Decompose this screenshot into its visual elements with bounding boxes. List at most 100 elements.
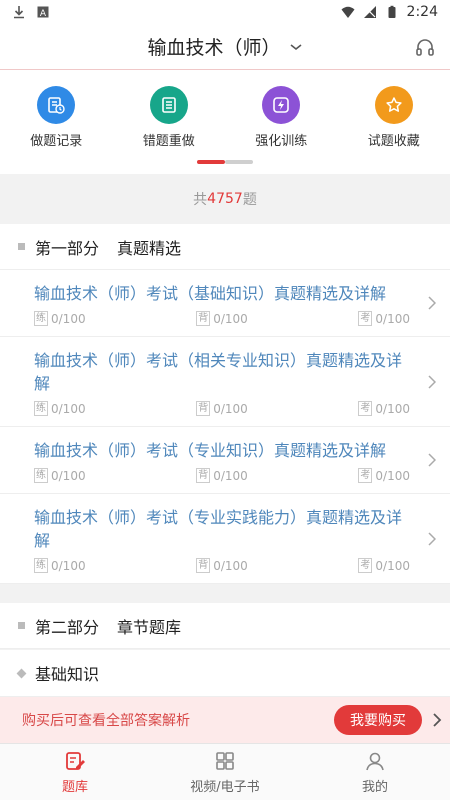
lightning-icon xyxy=(262,86,301,124)
memorize-value: 0/100 xyxy=(213,401,248,416)
square-bullet-icon xyxy=(18,622,25,629)
tab-label: 我的 xyxy=(361,779,388,795)
exam-tag: 考 xyxy=(358,311,373,326)
buy-button[interactable]: 我要购买 xyxy=(334,705,422,735)
practice-tag: 练 xyxy=(34,311,48,326)
history-label: 做题记录 xyxy=(30,134,83,149)
download-icon xyxy=(14,6,24,19)
practice-value: 0/100 xyxy=(51,558,86,573)
practice-progress: 练 0/100 xyxy=(34,311,86,326)
practice-tag: 练 xyxy=(34,558,48,573)
page-title: 输血技术（师） xyxy=(147,37,281,59)
star-icon xyxy=(374,86,413,124)
tab-question-bank[interactable]: 题库 xyxy=(0,744,150,800)
status-time: 2:24 xyxy=(406,4,438,20)
chevron-down-icon xyxy=(290,43,301,50)
practice-value: 0/100 xyxy=(51,468,86,483)
subsection-name: 基础知识 xyxy=(35,665,100,684)
wifi-icon xyxy=(341,6,355,18)
tab-video-ebook[interactable]: 视频/电子书 xyxy=(150,744,300,800)
memorize-value: 0/100 xyxy=(213,558,248,573)
exam-title: 输血技术（师）考试（基础知识）真题精选及详解 xyxy=(34,284,387,303)
training-button[interactable]: 强化训练 xyxy=(225,86,338,149)
memorize-tag: 背 xyxy=(196,468,211,483)
chevron-right-icon xyxy=(428,296,436,310)
course-selector[interactable]: 输血技术（师） xyxy=(147,33,302,60)
bottom-tab-bar: 题库 视频/电子书 我的 xyxy=(0,743,450,800)
memorize-progress: 背 0/100 xyxy=(196,468,248,483)
purchase-hint: 购买后可查看全部答案解析 xyxy=(22,713,190,729)
subsection-basic-knowledge[interactable]: 基础知识 xyxy=(0,650,450,697)
practice-progress: 练 0/100 xyxy=(34,401,86,416)
history-button[interactable]: 做题记录 xyxy=(0,86,113,149)
memorize-progress: 背 0/100 xyxy=(196,558,248,573)
exam-item[interactable]: 输血技术（师）考试（相关专业知识）真题精选及详解 练 0/100 背 0/100 考… xyxy=(0,337,450,427)
practice-tag: 练 xyxy=(34,401,48,416)
practice-tag: 练 xyxy=(34,468,48,483)
edit-note-icon xyxy=(66,751,85,770)
exam-list: 输血技术（师）考试（基础知识）真题精选及详解 练 0/100 背 0/100 考 0/… xyxy=(0,270,450,584)
tab-label: 题库 xyxy=(61,779,88,795)
exam-tag: 考 xyxy=(358,558,373,573)
total-number: 4757 xyxy=(207,191,243,207)
diamond-bullet-icon xyxy=(16,668,27,678)
exam-progress: 考 0/100 xyxy=(358,558,410,573)
memorize-value: 0/100 xyxy=(213,468,248,483)
exam-item[interactable]: 输血技术（师）考试（专业实践能力）真题精选及详解 练 0/100 背 0/100 考… xyxy=(0,494,450,584)
practice-value: 0/100 xyxy=(51,311,86,326)
wrong-redo-button[interactable]: 错题重做 xyxy=(113,86,226,149)
total-prefix: 共 xyxy=(193,192,208,208)
exam-tag: 考 xyxy=(358,401,373,416)
svg-text:A: A xyxy=(40,9,47,19)
exam-progress: 考 0/100 xyxy=(358,311,410,326)
page-indicator xyxy=(197,160,253,164)
memorize-tag: 背 xyxy=(196,401,211,416)
section-1-part: 第一部分 xyxy=(35,238,100,258)
memorize-tag: 背 xyxy=(196,558,211,573)
training-label: 强化训练 xyxy=(255,134,308,149)
exam-item[interactable]: 输血技术（师）考试（专业知识）真题精选及详解 练 0/100 背 0/100 考 0/… xyxy=(0,427,450,494)
chevron-right-icon xyxy=(428,374,436,389)
practice-progress: 练 0/100 xyxy=(34,468,86,483)
exam-title: 输血技术（师）考试（专业实践能力）真题精选及详解 xyxy=(34,508,403,550)
practice-progress: 练 0/100 xyxy=(34,558,86,573)
tab-profile[interactable]: 我的 xyxy=(300,744,450,800)
memorize-progress: 背 0/100 xyxy=(196,311,248,326)
exam-item[interactable]: 输血技术（师）考试（基础知识）真题精选及详解 练 0/100 背 0/100 考 0/… xyxy=(0,270,450,337)
exam-progress: 考 0/100 xyxy=(358,468,410,483)
history-icon xyxy=(37,86,76,124)
total-suffix: 题 xyxy=(242,192,257,208)
exam-progress: 考 0/100 xyxy=(358,401,410,416)
grid-icon xyxy=(216,751,234,770)
memorize-tag: 背 xyxy=(196,311,211,326)
signal-icon xyxy=(363,6,376,18)
practice-value: 0/100 xyxy=(51,401,86,416)
exam-value: 0/100 xyxy=(375,558,410,573)
section-header-1: 第一部分 真题精选 xyxy=(0,224,450,270)
section-2-name: 章节题库 xyxy=(117,617,182,637)
page-indicator-active xyxy=(197,160,225,164)
title-bar: 输血技术（师） xyxy=(0,24,450,70)
chevron-right-icon xyxy=(428,453,436,467)
exam-title: 输血技术（师）考试（专业知识）真题精选及详解 xyxy=(34,441,387,460)
section-header-2: 第二部分 章节题库 xyxy=(0,603,450,649)
chevron-right-icon xyxy=(428,531,436,546)
battery-icon xyxy=(388,5,396,18)
exam-value: 0/100 xyxy=(375,311,410,326)
memorize-value: 0/100 xyxy=(213,311,248,326)
user-icon xyxy=(366,752,384,770)
square-bullet-icon xyxy=(18,243,25,250)
headset-icon[interactable] xyxy=(414,36,436,58)
wrong-list-icon xyxy=(149,86,188,124)
section-1-name: 真题精选 xyxy=(117,238,182,258)
status-bar: A 2:24 xyxy=(0,0,450,24)
exam-value: 0/100 xyxy=(375,468,410,483)
section-2-part: 第二部分 xyxy=(35,617,100,637)
total-count: 共 4757 题 xyxy=(0,174,450,224)
favorites-label: 试题收藏 xyxy=(367,134,420,149)
chevron-right-icon[interactable] xyxy=(432,712,442,728)
page-indicator-inactive xyxy=(225,160,253,164)
memorize-progress: 背 0/100 xyxy=(196,401,248,416)
exam-tag: 考 xyxy=(358,468,373,483)
favorites-button[interactable]: 试题收藏 xyxy=(338,86,450,149)
